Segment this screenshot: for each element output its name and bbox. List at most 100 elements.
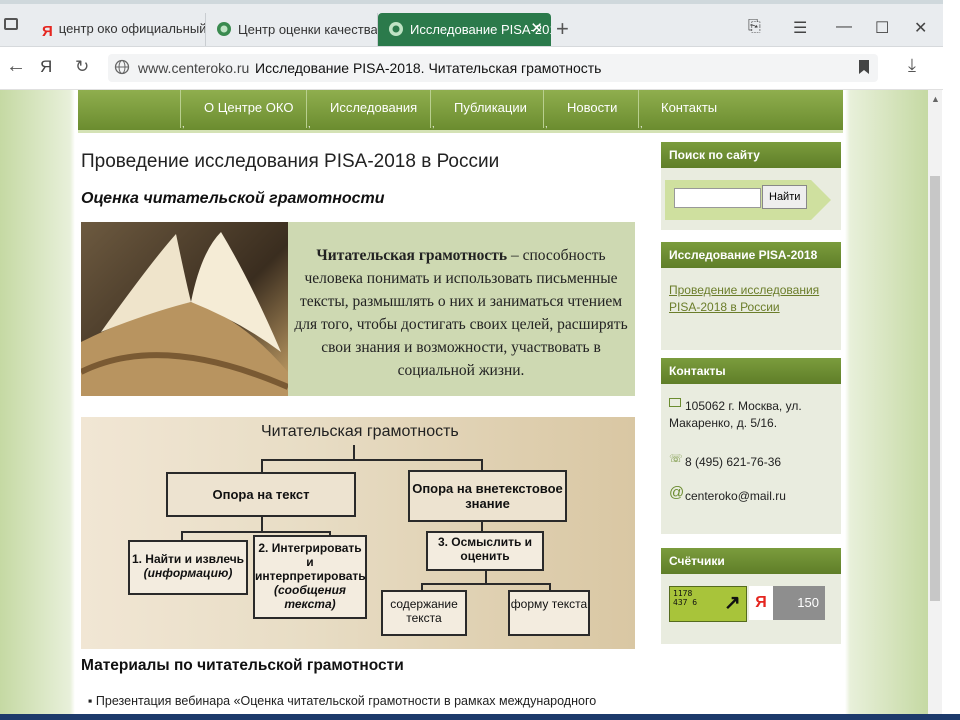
search-button[interactable]: Найти xyxy=(762,185,808,209)
site-nav: О Центре ОКО , Исследования , Публикации… xyxy=(78,90,843,133)
nav-item-research[interactable]: Исследования xyxy=(330,100,417,115)
back-icon[interactable]: ← xyxy=(6,55,26,78)
refresh-icon[interactable]: ↻ xyxy=(75,57,89,77)
nav-marker: , xyxy=(182,119,185,129)
tab-label: центр око официальный с xyxy=(58,21,206,36)
menu-icon[interactable]: ☰ xyxy=(793,18,807,38)
liveinternet-counter[interactable]: 1178 437 6 ↗ xyxy=(669,586,747,622)
globe-icon xyxy=(114,59,130,75)
yandex-logo-icon: Я xyxy=(749,586,773,620)
step2-label: 2. Интегрировать и интерпретировать xyxy=(255,541,366,583)
counter1-text: 1178 437 6 xyxy=(673,589,698,607)
sidebar-contacts-header: Контакты xyxy=(661,358,841,384)
sidebar-search-body: Найти xyxy=(661,168,841,230)
nav-item-about[interactable]: О Центре ОКО xyxy=(204,100,293,115)
article-title: Проведение исследования PISA-2018 в Росс… xyxy=(81,151,500,172)
taskbar-strip xyxy=(0,714,960,720)
sidebar-contacts-body: 105062 г. Москва, ул. Макаренко, д. 5/16… xyxy=(661,384,841,534)
nav-marker: , xyxy=(545,119,548,129)
contact-address: 105062 г. Москва, ул. Макаренко, д. 5/16… xyxy=(669,399,802,430)
step3-label: 3. Осмыслить и оценить xyxy=(437,535,533,563)
book-illustration xyxy=(81,232,290,396)
open-book-image xyxy=(81,222,290,396)
close-tab-icon[interactable]: ✕ xyxy=(530,19,543,37)
page-scrollbar[interactable]: ▲ xyxy=(928,90,942,716)
step3-box: 3. Осмыслить и оценить xyxy=(426,531,544,571)
search-input[interactable] xyxy=(674,188,761,208)
literacy-diagram: Читательская грамотность Опора на текст … xyxy=(81,417,635,649)
bookmark-icon[interactable] xyxy=(858,59,870,75)
connector xyxy=(181,531,331,533)
contact-email[interactable]: centeroko@mail.ru xyxy=(685,488,786,505)
nav-item-contacts[interactable]: Контакты xyxy=(661,100,717,115)
scroll-up-icon[interactable]: ▲ xyxy=(931,94,940,104)
content-label: содержание текста xyxy=(390,597,458,625)
right-category-box: Опора на внетекстовое знание xyxy=(408,470,567,522)
definition-banner: Читательская грамотность – способность ч… xyxy=(81,222,635,396)
url-field[interactable]: www.centeroko.ru Исследование PISA-2018.… xyxy=(108,54,878,82)
search-form: Найти xyxy=(661,176,841,216)
sidebar-counters-header: Счётчики xyxy=(661,548,841,574)
bullet-icon: ▪ xyxy=(88,694,96,708)
nav-divider xyxy=(638,90,639,128)
sidebar-counters-body: 1178 437 6 ↗ Я 150 xyxy=(661,574,841,644)
tab-label: Центр оценки качества об xyxy=(238,22,378,37)
materials-heading: Материалы по читательской грамотности xyxy=(81,657,404,674)
tabs-overview-icon[interactable] xyxy=(4,18,18,30)
research-link[interactable]: Проведение исследования PISA-2018 в Росс… xyxy=(669,282,829,316)
nav-divider xyxy=(430,90,431,128)
step2-box: 2. Интегрировать и интерпретировать (сооб… xyxy=(253,535,367,619)
sidebar-search-header: Поиск по сайту xyxy=(661,142,841,168)
form-label: форму текста xyxy=(510,597,588,611)
yandex-metrika-counter[interactable]: Я 150 xyxy=(749,586,825,620)
phone-icon: ☏ xyxy=(669,453,683,465)
nav-divider xyxy=(180,90,181,128)
new-tab-icon[interactable]: + xyxy=(556,16,569,42)
tab-yandex[interactable]: Яцентр око официальный с xyxy=(32,13,206,46)
form-box: форму текста xyxy=(508,590,590,636)
tab-pisa[interactable]: Исследование PISA-201 ✕ xyxy=(378,13,551,46)
yandex-icon: Я xyxy=(42,23,53,40)
download-icon[interactable]: ⤓ xyxy=(908,55,916,76)
connector xyxy=(261,459,263,473)
connector xyxy=(261,459,483,461)
page-title: Исследование PISA-2018. Читательская гра… xyxy=(255,60,602,76)
bookmarks-icon[interactable]: ⎘ xyxy=(748,18,761,36)
materials-list-item[interactable]: ▪ Презентация вебинара «Оценка читательс… xyxy=(88,691,648,711)
sidebar-research-body: Проведение исследования PISA-2018 в Росс… xyxy=(661,268,841,350)
close-window-icon[interactable]: ✕ xyxy=(914,18,927,38)
definition-term: Читательская грамотность xyxy=(316,247,508,264)
nav-divider xyxy=(543,90,544,128)
nav-marker: , xyxy=(640,119,643,129)
step1-note: (информацию) xyxy=(143,566,233,580)
window-edge xyxy=(943,0,960,720)
contact-phone: 8 (495) 621-76-36 xyxy=(685,455,782,469)
sidebar-research-header: Исследование PISA-2018 xyxy=(661,242,841,268)
step1-box: 1. Найти и извлечь (информацию) xyxy=(128,540,248,595)
connector xyxy=(261,517,263,532)
nav-item-news[interactable]: Новости xyxy=(567,100,617,115)
nav-marker: , xyxy=(432,119,435,129)
yandex-home-icon[interactable]: Я xyxy=(40,57,52,77)
definition-body: – способность человека понимать и исполь… xyxy=(294,247,628,379)
article-subtitle: Оценка читательской грамотности xyxy=(81,190,385,207)
arrow-icon: ↗ xyxy=(724,592,741,614)
counter2-value: 150 xyxy=(797,595,819,610)
tab-bar: Яцентр око официальный с Центр оценки ка… xyxy=(0,4,946,47)
url-domain: www.centeroko.ru xyxy=(138,60,250,76)
materials-item-text[interactable]: Презентация вебинара «Оценка читательско… xyxy=(96,694,596,708)
site-icon xyxy=(389,22,403,36)
nav-divider xyxy=(306,90,307,128)
address-bar: ← Я ↻ www.centeroko.ru Исследование PISA… xyxy=(0,47,946,90)
nav-marker: , xyxy=(308,119,311,129)
connector xyxy=(421,583,551,585)
minimize-icon[interactable]: — xyxy=(836,18,852,36)
at-sign-icon: @ xyxy=(669,484,685,501)
web-page: О Центре ОКО , Исследования , Публикации… xyxy=(0,90,928,714)
nav-item-publications[interactable]: Публикации xyxy=(454,100,527,115)
scrollbar-thumb[interactable] xyxy=(930,176,940,601)
diagram-title: Читательская грамотность xyxy=(261,423,459,440)
tab-center-oko[interactable]: Центр оценки качества об xyxy=(206,13,378,46)
maximize-icon[interactable]: ☐ xyxy=(875,18,889,38)
left-category-box: Опора на текст xyxy=(166,472,356,517)
